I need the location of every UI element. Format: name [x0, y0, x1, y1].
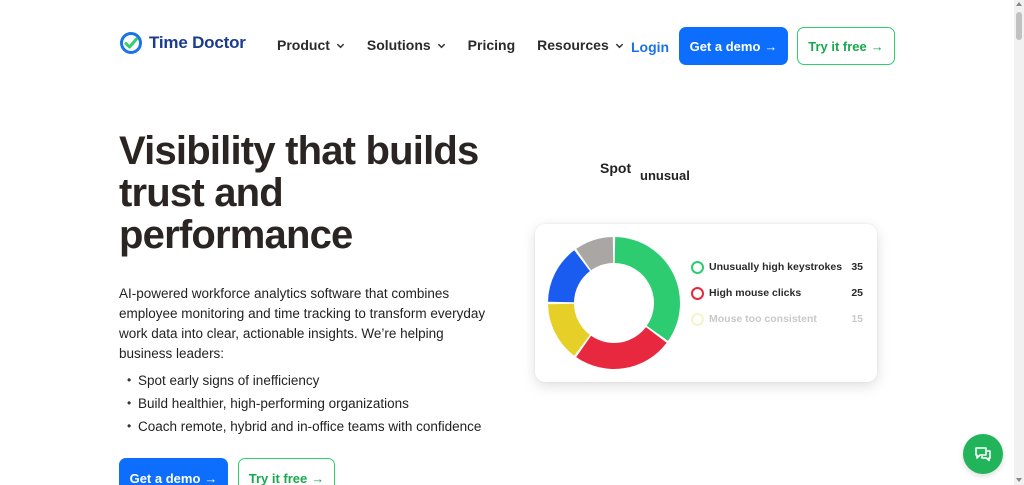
nav-item-label: Solutions [366, 37, 431, 53]
legend-value: 25 [851, 287, 863, 299]
brand-name: Time Doctor [149, 33, 246, 52]
scroll-up-arrow[interactable] [1016, 2, 1022, 6]
donut-segment-1 [576, 327, 667, 369]
chart-legend: Unusually high keystrokes 35 High mouse … [691, 259, 863, 337]
legend-label: Mouse too consistent [709, 313, 817, 325]
legend-marker [691, 312, 704, 326]
legend-marker [691, 260, 704, 274]
nav-item-resources[interactable]: Resources [537, 37, 624, 53]
chevron-down-icon [615, 43, 623, 48]
scroll-down-arrow[interactable] [1016, 478, 1022, 482]
brand-logo[interactable]: Time Doctor [119, 31, 246, 55]
hero-get-demo-button[interactable]: Get a demo → [119, 458, 228, 485]
legend-item-mouse-clicks: High mouse clicks 25 [691, 285, 863, 301]
animated-word-unusual: unusual [640, 168, 690, 183]
nav-item-solutions[interactable]: Solutions [367, 37, 446, 53]
hero-description: AI-powered workforce analytics software … [119, 286, 486, 361]
nav-item-label: Resources [537, 37, 609, 53]
donut-segment-0 [614, 237, 680, 341]
login-link[interactable]: Login [631, 39, 669, 55]
animated-word-spot: Spot [600, 160, 632, 176]
arrow-right-icon: → [204, 470, 218, 485]
legend-marker [691, 286, 704, 300]
get-demo-label: Get a demo [129, 470, 201, 485]
chat-bubble-icon [975, 447, 991, 462]
chevron-down-icon [437, 43, 445, 48]
hero-bullets: Spot early signs of inefficiency Build h… [127, 369, 481, 438]
scroll-thumb[interactable] [1016, 12, 1022, 40]
chat-widget-button[interactable] [963, 434, 1003, 474]
hero-try-free-button[interactable]: Try it free → [238, 458, 335, 485]
arrow-right-icon: → [311, 470, 325, 485]
get-demo-label: Get a demo [689, 38, 761, 54]
nav-item-label: Pricing [467, 37, 516, 53]
get-demo-button[interactable]: Get a demo → [679, 27, 788, 65]
legend-value: 15 [851, 313, 863, 325]
page-scrollbar[interactable] [1014, 0, 1024, 485]
bullet-item: Build healthier, high-performing organiz… [127, 392, 481, 415]
anomaly-chart-card: Unusually high keystrokes 35 High mouse … [535, 224, 877, 382]
legend-item-mouse-consistent: Mouse too consistent 15 [691, 311, 863, 327]
try-free-label: Try it free [808, 38, 867, 54]
donut-chart [548, 237, 680, 369]
site-header: Time Doctor Product Solutions Pricing Re… [0, 0, 1024, 92]
try-free-label: Try it free [248, 470, 308, 485]
main-nav: Product Solutions Pricing Resources [277, 37, 646, 53]
legend-value: 35 [851, 261, 863, 273]
arrow-right-icon: → [764, 38, 778, 54]
chevron-down-icon [336, 43, 345, 48]
bullet-item: Coach remote, hybrid and in-office teams… [127, 415, 481, 438]
nav-item-label: Product [277, 37, 330, 53]
legend-label: High mouse clicks [709, 287, 802, 299]
hero-title: Visibility that builds trust and perform… [119, 129, 479, 257]
clock-check-icon [120, 32, 142, 54]
arrow-right-icon: → [870, 38, 884, 54]
nav-item-pricing[interactable]: Pricing [468, 37, 515, 53]
legend-label: Unusually high keystrokes [709, 261, 843, 273]
legend-item-keystrokes: Unusually high keystrokes 35 [691, 259, 863, 275]
try-free-button[interactable]: Try it free → [797, 27, 895, 65]
bullet-item: Spot early signs of inefficiency [127, 369, 481, 392]
nav-item-product[interactable]: Product [277, 37, 345, 53]
